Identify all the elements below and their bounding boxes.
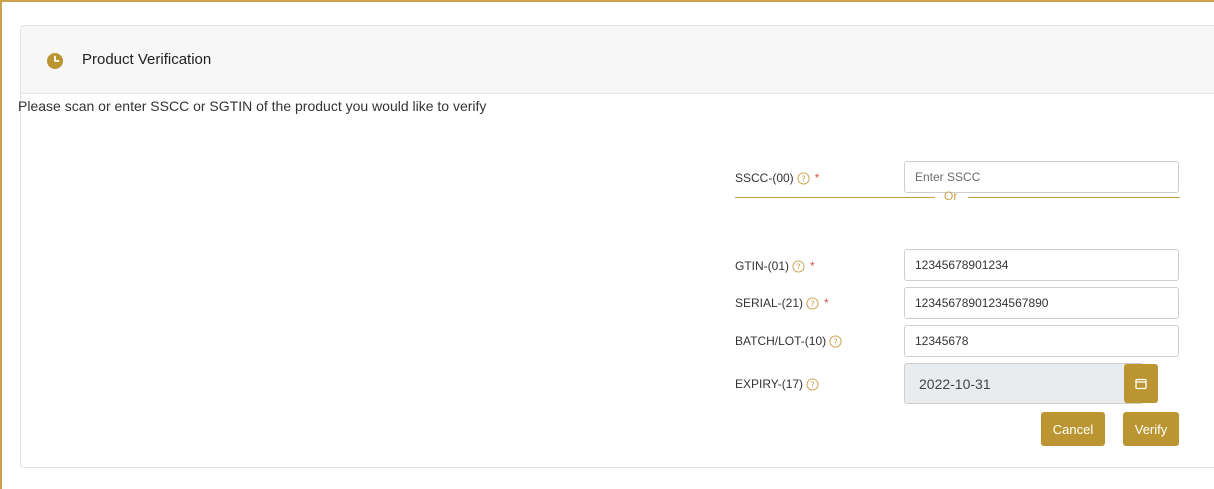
required-marker: * <box>814 171 820 185</box>
serial-input[interactable] <box>904 287 1179 319</box>
required-marker: * <box>810 259 815 273</box>
svg-text:?: ? <box>801 173 805 183</box>
batch-label: BATCH/LOT-(10) ? <box>735 334 842 348</box>
card-header: Product Verification <box>21 26 1214 94</box>
help-icon[interactable]: ? <box>806 296 819 310</box>
svg-text:?: ? <box>810 379 814 389</box>
calendar-icon <box>1135 378 1147 389</box>
required-marker: * <box>824 296 829 310</box>
instructions-text: Please scan or enter SSCC or SGTIN of th… <box>18 98 487 114</box>
svg-text:?: ? <box>810 298 814 308</box>
serial-label: SERIAL-(21) ? * <box>735 296 829 310</box>
svg-text:?: ? <box>796 261 800 271</box>
frame-top-border <box>0 0 1214 2</box>
or-separator-text: Or <box>944 189 958 203</box>
cancel-button[interactable]: Cancel <box>1041 412 1105 446</box>
expiry-input[interactable] <box>904 363 1144 404</box>
sscc-label-text: SSCC-(00) <box>735 171 794 185</box>
page-title: Product Verification <box>82 51 212 68</box>
or-separator-line-right <box>968 197 1180 198</box>
gtin-label-text: GTIN-(01) <box>735 259 789 273</box>
help-icon[interactable]: ? <box>797 171 810 185</box>
gtin-label: GTIN-(01) ? * <box>735 259 815 273</box>
help-icon[interactable]: ? <box>829 334 842 348</box>
calendar-button[interactable] <box>1124 364 1158 403</box>
clock-icon <box>47 53 63 69</box>
serial-label-text: SERIAL-(21) <box>735 296 804 310</box>
batch-label-text: BATCH/LOT-(10) <box>735 334 827 348</box>
batch-input[interactable] <box>904 325 1179 357</box>
expiry-label: EXPIRY-(17) ? <box>735 377 819 391</box>
or-separator-line-left <box>735 197 935 198</box>
gtin-input[interactable] <box>904 249 1179 281</box>
frame-left-border <box>0 0 2 489</box>
svg-text:?: ? <box>833 336 837 346</box>
verify-button[interactable]: Verify <box>1123 412 1179 446</box>
sscc-label: SSCC-(00) ? * <box>735 171 819 185</box>
expiry-label-text: EXPIRY-(17) <box>735 377 804 391</box>
help-icon[interactable]: ? <box>792 259 805 273</box>
help-icon[interactable]: ? <box>806 377 819 391</box>
